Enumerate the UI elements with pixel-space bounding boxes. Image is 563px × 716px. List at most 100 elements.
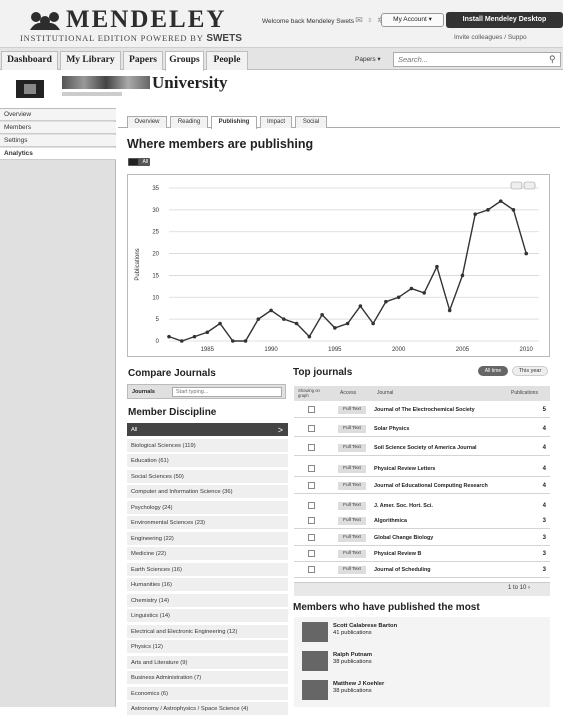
search-input[interactable] [393,52,561,67]
group-logo [16,80,44,98]
sidebar-item-members[interactable]: Members [0,122,116,134]
tab-papers[interactable]: Papers [123,51,163,70]
data-point [396,295,401,300]
tab-impact[interactable]: Impact [260,116,292,128]
journal-name[interactable]: Journal of Scheduling [374,562,504,578]
discipline-item[interactable]: Economics (6) [127,686,288,701]
member-name[interactable]: Scott Calabrese Barton [333,623,397,629]
member-name[interactable]: Ralph Putnam [333,652,372,658]
search-icon[interactable]: ⚲ [549,54,556,65]
full-text-button[interactable]: Full Text [338,517,366,525]
journal-name[interactable]: Algorithmica [374,513,504,529]
tab-dashboard[interactable]: Dashboard [1,51,58,70]
journal-row: Full Text Physical Review B 3 [294,546,550,562]
journal-name[interactable]: Physical Review Letters [374,461,504,477]
this-year-toggle[interactable]: This year [512,366,548,376]
discipline-item[interactable]: Humanities (16) [127,578,288,592]
discipline-label: Humanities (16) [131,582,172,588]
show-on-graph-checkbox[interactable] [308,566,315,573]
discipline-item[interactable]: Earth Sciences (16) [127,562,288,577]
tab-social[interactable]: Social [295,116,327,128]
full-text-button[interactable]: Full Text [338,566,366,574]
top-header: MENDELEY INSTITUTIONAL EDITION POWERED B… [0,0,563,48]
discipline-item[interactable]: Business Administration (7) [127,671,288,685]
all-toggle[interactable]: All [128,158,150,166]
tab-groups[interactable]: Groups [165,51,204,71]
show-on-graph-checkbox[interactable] [308,517,315,524]
install-desktop-button[interactable]: Install Mendeley Desktop [446,12,563,28]
member-name[interactable]: Matthew J Koehler [333,681,384,687]
discipline-item[interactable]: Medicine (22) [127,547,288,561]
zoom-out-icon[interactable] [510,181,523,190]
publications-line-chart: 0 5 10 15 20 25 30 35 1985 1990 1995 2000 2005 2010 Pu… [135,181,539,353]
pager-next[interactable]: 1 to 10 › [508,585,530,591]
tab-reading[interactable]: Reading [170,116,208,128]
tab-overview[interactable]: Overview [127,116,167,128]
invite-links[interactable]: Invite colleagues / Suppo [454,34,527,41]
sidebar-item-settings[interactable]: Settings [0,135,116,147]
show-on-graph-checkbox[interactable] [308,482,315,489]
full-text-button[interactable]: Full Text [338,406,366,414]
show-on-graph-checkbox[interactable] [308,444,315,451]
tab-publishing[interactable]: Publishing [211,116,257,129]
data-point [473,212,478,217]
discipline-item[interactable]: Environmental Sciences (23) [127,516,288,530]
show-on-graph-checkbox[interactable] [308,534,315,541]
discipline-item[interactable]: Engineering (22) [127,531,288,546]
y-tick-label: 10 [152,295,159,301]
show-on-graph-checkbox[interactable] [308,550,315,557]
journal-name[interactable]: Physical Review B [374,546,504,562]
discipline-item[interactable]: Computer and Information Science (36) [127,485,288,499]
tab-my-library[interactable]: My Library [60,51,121,70]
compare-journals-input[interactable] [172,387,282,397]
discipline-item[interactable]: Arts and Literature (9) [127,655,288,670]
data-point [167,334,171,339]
discipline-label: Social Sciences (50) [131,473,184,480]
discipline-item[interactable]: Electrical and Electronic Engineering (1… [127,624,288,639]
col-showing: Showing on graph [298,388,320,398]
discipline-item[interactable]: Linguistics (14) [127,609,288,623]
show-on-graph-checkbox[interactable] [308,425,315,432]
sidebar-item-analytics[interactable]: Analytics [0,148,116,160]
journal-name[interactable]: J. Amer. Soc. Hort. Sci. [374,498,504,514]
discipline-item[interactable]: Education (61) [127,454,288,468]
show-on-graph-checkbox[interactable] [308,502,315,509]
export-icon[interactable] [523,181,536,190]
full-text-button[interactable]: Full Text [338,482,366,490]
tab-people[interactable]: People [206,51,248,70]
show-on-graph-checkbox[interactable] [308,406,315,413]
full-text-button[interactable]: Full Text [338,465,366,473]
member-avatar[interactable] [302,622,328,642]
col-journal: Journal [377,390,394,396]
journal-name[interactable]: Journal of The Electrochemical Society [374,402,504,418]
journal-name[interactable]: Global Change Biology [374,530,504,546]
full-text-button[interactable]: Full Text [338,502,366,510]
full-text-button[interactable]: Full Text [338,550,366,558]
discipline-item[interactable]: Astronomy / Astrophysics / Space Science… [127,702,288,716]
journal-name[interactable]: Solar Physics [374,421,504,437]
sidebar-item-overview[interactable]: Overview [0,109,116,121]
member-avatar[interactable] [302,651,328,671]
journal-name[interactable]: Soil Science Society of America Journal [374,440,504,456]
journal-name[interactable]: Journal of Educational Computing Researc… [374,478,504,494]
message-icon[interactable]: ✉ [354,15,364,25]
show-on-graph-checkbox[interactable] [308,465,315,472]
data-point [192,334,197,339]
member-avatar[interactable] [302,680,328,700]
discipline-item[interactable]: Biological Sciences (119) [127,438,288,453]
discipline-item[interactable]: Physics (12) [127,640,288,654]
discipline-item[interactable]: All > [127,423,288,437]
search-scope-select[interactable]: Papers ▾ [355,53,391,66]
all-time-toggle[interactable]: All time [478,366,508,376]
discipline-item[interactable]: Chemistry (14) [127,593,288,608]
discipline-label: Biological Sciences (119) [131,442,196,449]
mendeley-wordmark[interactable]: MENDELEY [66,6,226,34]
full-text-button[interactable]: Full Text [338,425,366,433]
full-text-button[interactable]: Full Text [338,534,366,542]
notification-icon[interactable]: ♀ [365,15,375,25]
full-text-button[interactable]: Full Text [338,444,366,452]
discipline-item[interactable]: Social Sciences (50) [127,469,288,484]
my-account-dropdown[interactable]: My Account ▾ [381,13,444,27]
discipline-item[interactable]: Psychology (24) [127,500,288,515]
data-point [524,251,529,256]
